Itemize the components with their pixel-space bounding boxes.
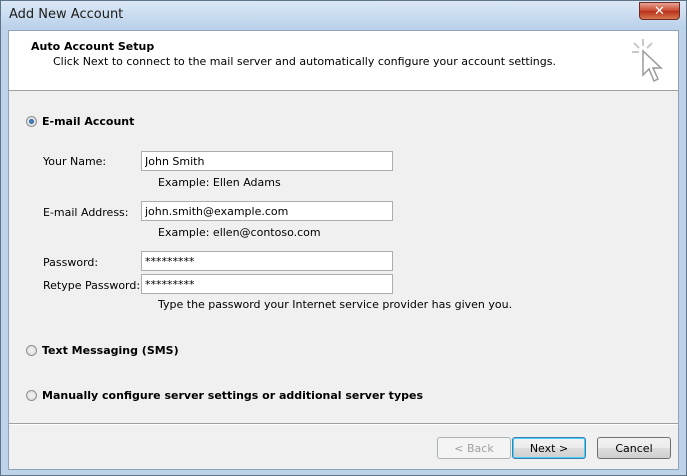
your-name-input[interactable] xyxy=(141,151,393,171)
email-account-radio[interactable] xyxy=(26,116,37,127)
sms-radio[interactable] xyxy=(26,345,37,356)
sms-label: Text Messaging (SMS) xyxy=(42,344,179,357)
password-hint: Type the password your Internet service … xyxy=(158,298,513,311)
cursor-sparkle-icon xyxy=(632,39,663,83)
manual-config-radio[interactable] xyxy=(26,390,37,401)
back-button[interactable]: < Back xyxy=(437,437,511,459)
email-address-example: Example: ellen@contoso.com xyxy=(158,226,321,239)
email-account-label: E-mail Account xyxy=(42,115,135,128)
retype-password-input[interactable] xyxy=(141,274,393,294)
page-title: Auto Account Setup xyxy=(31,40,155,53)
password-label: Password: xyxy=(43,256,99,269)
close-button[interactable]: ✕ xyxy=(639,2,680,20)
manual-config-label: Manually configure server settings or ad… xyxy=(42,389,423,402)
your-name-example: Example: Ellen Adams xyxy=(158,176,281,189)
cancel-button[interactable]: Cancel xyxy=(597,437,671,459)
password-input[interactable] xyxy=(141,251,393,271)
button-separator xyxy=(9,423,678,425)
sms-option[interactable]: Text Messaging (SMS) xyxy=(26,344,179,357)
retype-password-label: Retype Password: xyxy=(43,279,141,292)
manual-config-option[interactable]: Manually configure server settings or ad… xyxy=(26,389,423,402)
email-address-input[interactable] xyxy=(141,201,393,221)
title-bar[interactable]: Add New Account ✕ xyxy=(1,1,686,29)
next-button[interactable]: Next > xyxy=(512,437,586,459)
dialog-client-area: Auto Account Setup Click Next to connect… xyxy=(8,30,679,470)
page-subtitle: Click Next to connect to the mail server… xyxy=(53,55,556,68)
your-name-label: Your Name: xyxy=(43,155,107,168)
email-account-option[interactable]: E-mail Account xyxy=(26,115,134,128)
add-account-dialog: Add New Account ✕ Auto Account Setup Cli… xyxy=(0,0,687,476)
wizard-header: Auto Account Setup Click Next to connect… xyxy=(9,31,678,91)
email-address-label: E-mail Address: xyxy=(43,206,129,219)
window-title: Add New Account xyxy=(9,7,124,22)
close-icon: ✕ xyxy=(654,3,665,19)
